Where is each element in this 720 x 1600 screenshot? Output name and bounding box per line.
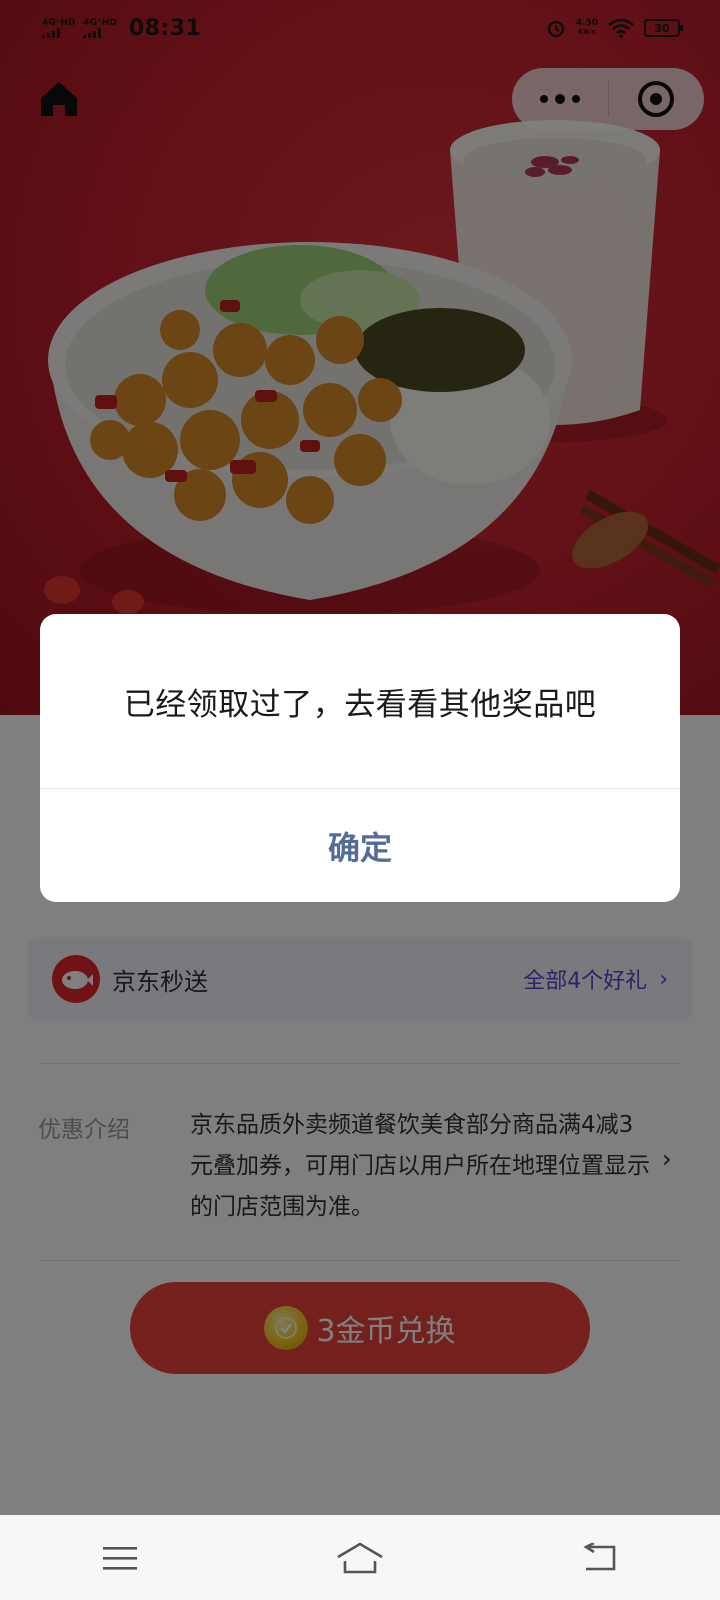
confirm-button[interactable]: 确定 xyxy=(40,789,680,902)
back-icon[interactable] xyxy=(480,1515,720,1600)
menu-icon[interactable] xyxy=(0,1515,240,1600)
alert-dialog: 已经领取过了，去看看其他奖品吧 确定 xyxy=(40,614,680,902)
home-outline-icon[interactable] xyxy=(240,1515,480,1600)
dialog-message: 已经领取过了，去看看其他奖品吧 xyxy=(123,686,597,723)
system-nav-bar xyxy=(0,1515,720,1600)
